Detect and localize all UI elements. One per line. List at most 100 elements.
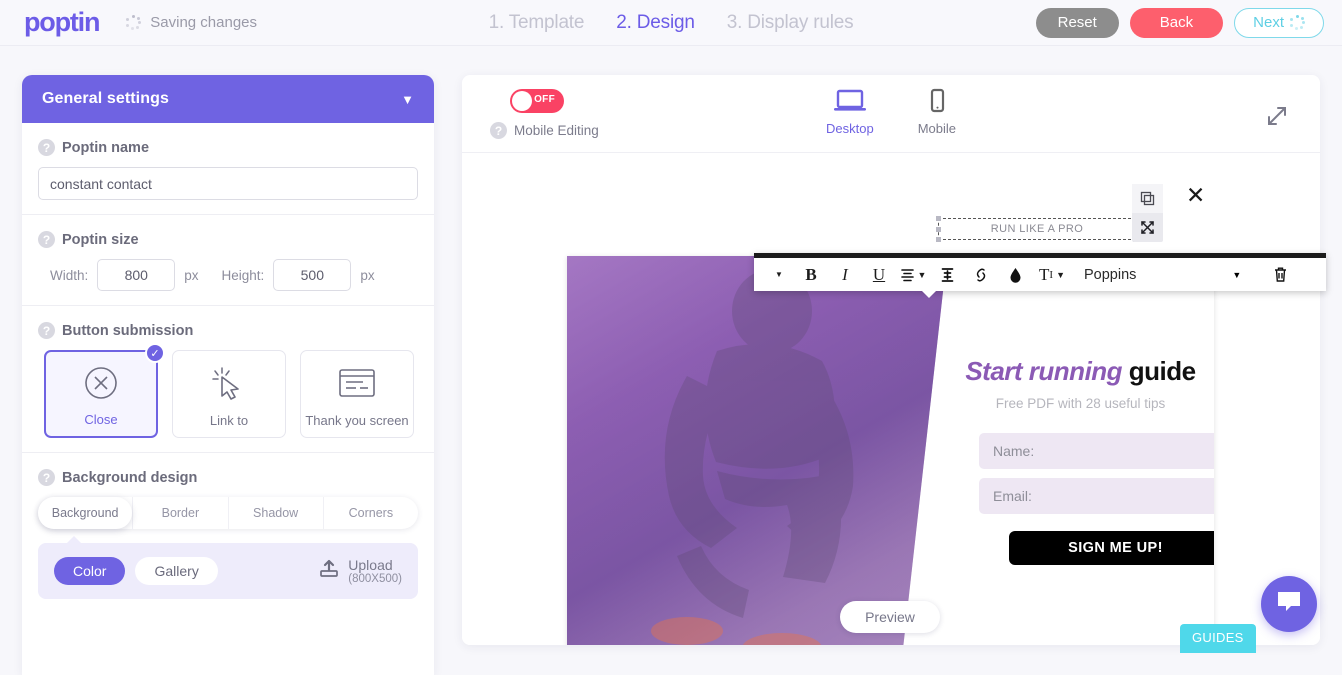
reset-button[interactable]: Reset <box>1035 7 1119 38</box>
poptin-name-label: Poptin name <box>62 139 150 156</box>
move-icon[interactable] <box>1132 213 1163 242</box>
guides-tab[interactable]: GUIDES <box>1180 624 1256 653</box>
background-options-panel: Color Gallery Upload (800X500) <box>38 536 418 599</box>
line-height-button[interactable] <box>930 258 964 291</box>
height-input[interactable] <box>273 259 352 291</box>
poptin-logo[interactable]: poptin <box>24 7 100 38</box>
click-cursor-icon <box>208 351 250 414</box>
paragraph-dropdown-icon[interactable]: ▼ <box>764 258 794 291</box>
device-desktop[interactable]: Desktop <box>826 88 874 136</box>
mobile-editing-control: OFF ? Mobile Editing <box>490 89 599 139</box>
mobile-editing-toggle[interactable]: OFF <box>510 89 564 113</box>
submission-option-thank-you[interactable]: Thank you screen <box>300 350 414 438</box>
close-circle-icon <box>81 352 121 413</box>
chat-bubble-icon <box>1275 589 1303 620</box>
upload-text: Upload (800X500) <box>348 557 402 585</box>
mobile-editing-label-row: ? Mobile Editing <box>490 122 599 139</box>
step-template[interactable]: 1. Template <box>489 12 585 34</box>
popup-cta-button[interactable]: SIGN ME UP! <box>1009 531 1214 565</box>
gallery-pill[interactable]: Gallery <box>135 557 218 585</box>
toggle-knob <box>512 91 532 111</box>
submission-option-label: Close <box>84 412 118 428</box>
submission-option-link-to[interactable]: Link to <box>172 350 286 438</box>
popup-headline[interactable]: Start running guide <box>947 356 1214 387</box>
align-button[interactable]: ▼ <box>896 258 930 291</box>
popup-hero-image[interactable] <box>567 256 947 645</box>
delete-element-button[interactable] <box>1263 258 1297 291</box>
help-icon[interactable]: ? <box>38 231 55 248</box>
close-icon[interactable]: ✕ <box>1186 184 1205 207</box>
toggle-state-label: OFF <box>534 94 555 105</box>
button-submission-label-row: ? Button submission <box>38 322 418 339</box>
text-format-toolbar: ▼ B I U ▼ T I ▼ Poppins ▼ <box>754 253 1326 298</box>
size-inputs-row: Width: px Height: px <box>38 259 418 291</box>
width-unit: px <box>184 267 199 283</box>
text-color-button[interactable] <box>998 258 1032 291</box>
design-canvas: OFF ? Mobile Editing Desktop Mobile Star… <box>462 75 1320 645</box>
underline-button[interactable]: U <box>862 258 896 291</box>
duplicate-icon[interactable] <box>1132 184 1163 213</box>
general-settings-header[interactable]: General settings ▼ <box>22 75 434 123</box>
help-icon[interactable]: ? <box>38 322 55 339</box>
tab-shadow[interactable]: Shadow <box>227 497 323 529</box>
popup-subline[interactable]: Free PDF with 28 useful tips <box>947 396 1214 411</box>
upload-control[interactable]: Upload (800X500) <box>318 557 402 585</box>
panel-title: General settings <box>42 90 169 107</box>
tab-background[interactable]: Background <box>38 497 133 529</box>
step-design[interactable]: 2. Design <box>616 12 695 34</box>
device-mobile[interactable]: Mobile <box>918 88 956 136</box>
poptin-preview: Start running guide Free PDF with 28 use… <box>567 256 1214 645</box>
selected-text-label: RUN LIKE A PRO <box>990 223 1084 235</box>
font-size-button[interactable]: TI ▼ <box>1032 258 1072 291</box>
tab-border[interactable]: Border <box>132 497 227 529</box>
text-selection-box[interactable]: RUN LIKE A PRO <box>936 216 1138 242</box>
desktop-icon <box>833 88 867 119</box>
background-design-label-row: ? Background design <box>38 469 418 486</box>
headline-italic-part: Start running <box>965 356 1123 386</box>
font-family-select[interactable]: Poppins <box>1084 267 1136 283</box>
saving-status: Saving changes <box>126 14 257 31</box>
resize-handle[interactable] <box>936 237 941 242</box>
background-design-tabs: Background Border Shadow Corners <box>38 497 418 529</box>
help-icon[interactable]: ? <box>38 139 55 156</box>
upload-size-hint: (800X500) <box>348 573 402 585</box>
poptin-name-label-row: ? Poptin name <box>38 139 418 156</box>
upload-icon <box>318 558 340 585</box>
chevron-down-icon[interactable]: ▼ <box>401 92 414 107</box>
top-actions: Reset Back Next <box>1035 7 1324 38</box>
width-input[interactable] <box>97 259 176 291</box>
headline-bold-part: guide <box>1128 356 1196 386</box>
device-switcher: Desktop Mobile <box>826 88 956 136</box>
resize-handle[interactable] <box>936 216 941 221</box>
saving-label: Saving changes <box>150 14 258 31</box>
next-spinner-icon <box>1290 15 1305 30</box>
poptin-name-input[interactable] <box>38 167 418 200</box>
bold-button[interactable]: B <box>794 258 828 291</box>
back-button[interactable]: Back <box>1129 7 1224 38</box>
submission-option-close[interactable]: ✓ Close <box>44 343 165 438</box>
preview-button[interactable]: Preview <box>840 601 940 633</box>
color-pill[interactable]: Color <box>54 557 126 585</box>
help-icon[interactable]: ? <box>490 122 507 139</box>
resize-handle[interactable] <box>936 227 941 232</box>
popup-email-field[interactable]: Email: <box>979 478 1214 514</box>
popup-name-field[interactable]: Name: <box>979 433 1214 469</box>
submission-option-label: Link to <box>209 413 249 429</box>
chat-fab-button[interactable] <box>1261 576 1317 632</box>
background-design-section: ? Background design Background Border Sh… <box>22 453 434 613</box>
help-icon[interactable]: ? <box>38 469 55 486</box>
submission-options: ✓ Close Link to Thank you screen <box>38 343 418 438</box>
expand-arrows-icon[interactable] <box>1264 103 1290 134</box>
font-dropdown-caret-icon[interactable]: ▼ <box>1232 270 1241 280</box>
loading-spinner-icon <box>126 15 142 30</box>
next-button[interactable]: Next <box>1234 7 1324 38</box>
link-button[interactable] <box>964 258 998 291</box>
step-display-rules[interactable]: 3. Display rules <box>727 12 854 34</box>
device-mobile-label: Mobile <box>917 121 956 136</box>
tab-corners[interactable]: Corners <box>322 497 418 529</box>
settings-sidebar: General settings ▼ ? Poptin name ? Popti… <box>22 75 434 675</box>
italic-button[interactable]: I <box>828 258 862 291</box>
button-submission-label: Button submission <box>62 322 194 339</box>
upload-label: Upload <box>348 557 393 573</box>
poptin-size-section: ? Poptin size Width: px Height: px <box>22 215 434 306</box>
